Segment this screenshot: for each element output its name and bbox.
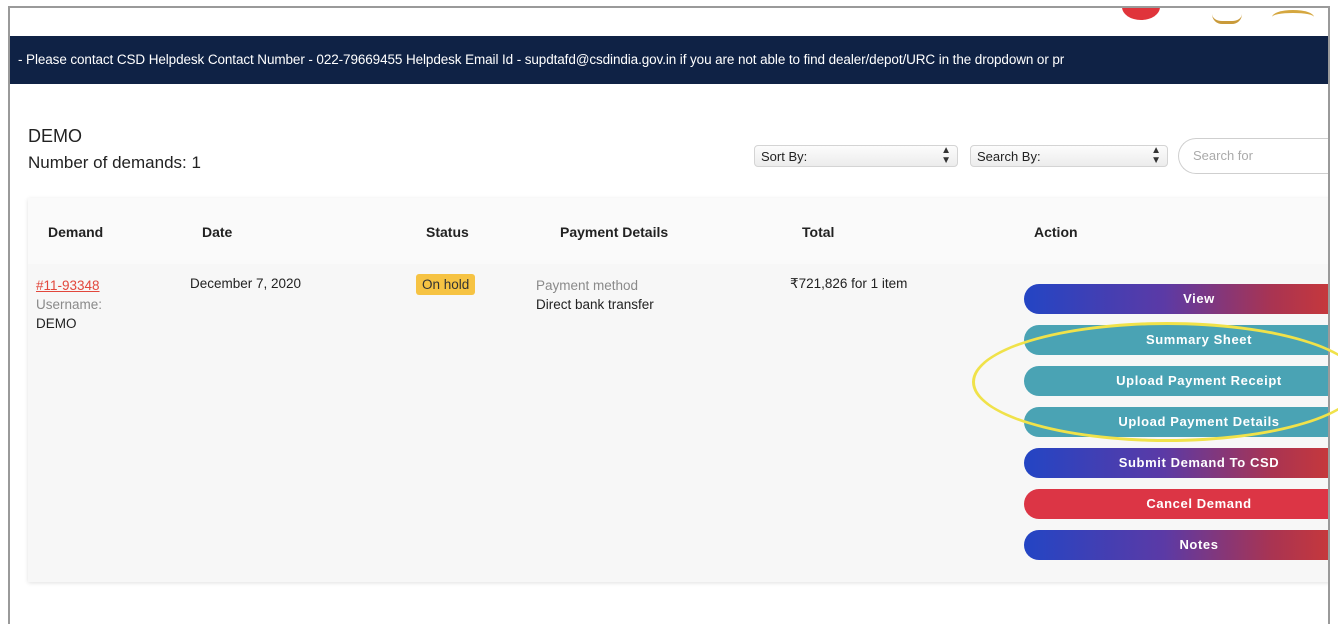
- total-cell: ₹721,826 for 1 item: [790, 276, 907, 292]
- upload-payment-details-button[interactable]: Upload Payment Details: [1024, 407, 1328, 437]
- order-link[interactable]: #11-93348: [36, 278, 100, 293]
- demands-table: Demand Date Status Payment Details Total…: [28, 198, 1328, 582]
- page-header: DEMO Number of demands: 1: [28, 126, 201, 173]
- column-header-status: Status: [426, 224, 469, 240]
- column-header-date: Date: [202, 224, 233, 240]
- filter-bar: Sort By: ▲ ▼ Search By: ▲ ▼ Search for: [754, 138, 1328, 174]
- username-label: Username:: [36, 297, 103, 312]
- cancel-demand-button[interactable]: Cancel Demand: [1024, 489, 1328, 519]
- status-badge: On hold: [416, 274, 476, 295]
- demand-count: Number of demands: 1: [28, 153, 201, 172]
- column-header-total: Total: [802, 224, 835, 240]
- status-cell: On hold: [416, 274, 476, 295]
- page-title: DEMO: [28, 126, 82, 146]
- payment-method-label: Payment method: [536, 278, 639, 293]
- username-value: DEMO: [36, 316, 77, 331]
- table-row: #11-93348 Username: DEMO December 7, 202…: [28, 264, 1328, 582]
- crest-icon: [1212, 14, 1242, 24]
- view-button[interactable]: View: [1024, 284, 1328, 314]
- payment-method-value: Direct bank transfer: [536, 297, 654, 312]
- date-cell: December 7, 2020: [190, 276, 301, 291]
- browser-frame: - Please contact CSD Helpdesk Contact Nu…: [8, 6, 1330, 624]
- search-input[interactable]: Search for: [1178, 138, 1328, 174]
- column-header-action: Action: [1034, 224, 1078, 240]
- emblem-wing-icon: [1272, 10, 1314, 24]
- sort-by-label: Sort By:: [761, 148, 808, 164]
- search-placeholder: Search for: [1193, 148, 1253, 163]
- helpdesk-banner-text: - Please contact CSD Helpdesk Contact Nu…: [18, 52, 1065, 67]
- table-header: Demand Date Status Payment Details Total…: [28, 198, 1328, 264]
- demand-cell: #11-93348 Username: DEMO: [36, 276, 102, 333]
- select-arrows-icon: ▲ ▼: [941, 145, 951, 166]
- action-buttons: View Summary Sheet Upload Payment Receip…: [1024, 284, 1328, 571]
- upload-payment-receipt-button[interactable]: Upload Payment Receipt: [1024, 366, 1328, 396]
- notes-button[interactable]: Notes: [1024, 530, 1328, 560]
- helpdesk-banner: - Please contact CSD Helpdesk Contact Nu…: [10, 36, 1328, 84]
- search-by-select[interactable]: Search By: ▲ ▼: [970, 145, 1168, 167]
- order-total: ₹721,826 for 1 item: [790, 276, 908, 291]
- payment-details-cell: Payment method Direct bank transfer: [536, 276, 654, 314]
- submit-demand-button[interactable]: Submit Demand To CSD: [1024, 448, 1328, 478]
- search-by-label: Search By:: [977, 148, 1041, 164]
- column-header-demand: Demand: [48, 224, 104, 240]
- summary-sheet-button[interactable]: Summary Sheet: [1024, 325, 1328, 355]
- sort-by-select[interactable]: Sort By: ▲ ▼: [754, 145, 958, 167]
- select-arrows-icon: ▲ ▼: [1151, 145, 1161, 166]
- column-header-payment-details: Payment Details: [560, 224, 669, 240]
- header-logos: [10, 8, 1328, 36]
- logo-red-icon: [1122, 8, 1160, 20]
- order-date: December 7, 2020: [190, 276, 302, 291]
